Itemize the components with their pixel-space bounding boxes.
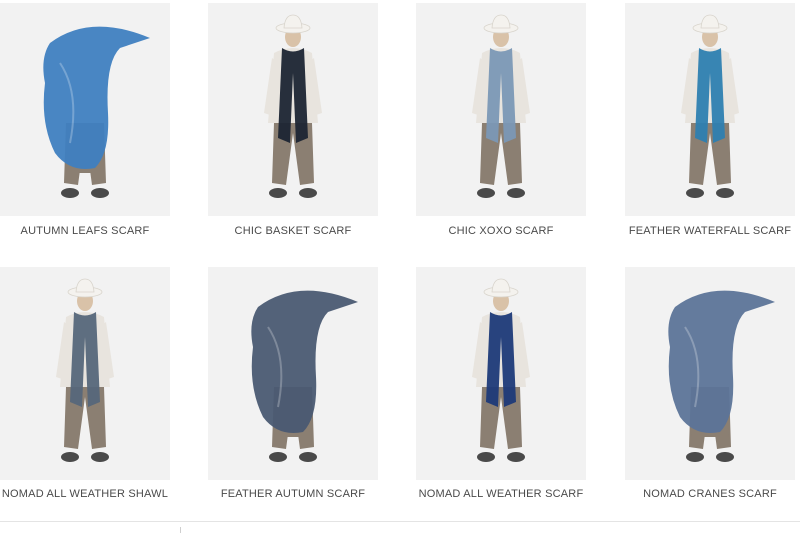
hat-crown bbox=[283, 14, 303, 29]
model-figure bbox=[472, 278, 530, 462]
product-photo[interactable] bbox=[625, 3, 795, 216]
shoe-right bbox=[299, 188, 317, 198]
product-card[interactable]: FEATHER AUTUMN SCARF bbox=[208, 267, 378, 500]
model-illustration bbox=[264, 14, 322, 198]
product-card[interactable]: AUTUMN LEAFS SCARF bbox=[0, 3, 170, 237]
product-card[interactable]: FEATHER WATERFALL SCARF bbox=[625, 3, 795, 237]
footer-marker bbox=[180, 527, 181, 533]
shoe-right bbox=[716, 188, 734, 198]
product-photo[interactable] bbox=[416, 3, 586, 216]
product-card[interactable]: NOMAD CRANES SCARF bbox=[625, 267, 795, 500]
product-name[interactable]: FEATHER AUTUMN SCARF bbox=[188, 488, 398, 500]
model-illustration bbox=[43, 26, 151, 198]
shoe-right bbox=[507, 188, 525, 198]
product-photo[interactable] bbox=[208, 3, 378, 216]
scarf bbox=[43, 26, 151, 169]
product-name[interactable]: CHIC BASKET SCARF bbox=[188, 225, 398, 237]
model-illustration bbox=[681, 14, 739, 198]
shoe-left bbox=[477, 452, 495, 462]
shoe-left bbox=[686, 452, 704, 462]
product-card[interactable]: NOMAD ALL WEATHER SHAWL bbox=[0, 267, 170, 500]
model-figure bbox=[43, 26, 151, 198]
model-illustration bbox=[251, 290, 358, 462]
shoe-left bbox=[477, 188, 495, 198]
scarf bbox=[668, 290, 775, 433]
product-photo[interactable] bbox=[625, 267, 795, 480]
shoe-right bbox=[507, 452, 525, 462]
footer-divider bbox=[0, 521, 800, 522]
shoe-right bbox=[716, 452, 734, 462]
model-figure bbox=[264, 14, 322, 198]
shoe-right bbox=[91, 188, 109, 198]
shoe-left bbox=[61, 188, 79, 198]
model-illustration bbox=[56, 278, 114, 462]
product-photo[interactable] bbox=[416, 267, 586, 480]
product-name[interactable]: NOMAD ALL WEATHER SHAWL bbox=[0, 488, 190, 500]
model-figure bbox=[56, 278, 114, 462]
model-figure bbox=[472, 14, 530, 198]
product-name[interactable]: CHIC XOXO SCARF bbox=[396, 225, 606, 237]
hat-crown bbox=[700, 14, 720, 29]
hat-crown bbox=[491, 278, 511, 293]
product-name[interactable]: NOMAD ALL WEATHER SCARF bbox=[396, 488, 606, 500]
product-name[interactable]: NOMAD CRANES SCARF bbox=[605, 488, 800, 500]
model-illustration bbox=[472, 14, 530, 198]
shoe-left bbox=[61, 452, 79, 462]
model-figure bbox=[668, 290, 775, 462]
product-card[interactable]: CHIC XOXO SCARF bbox=[416, 3, 586, 237]
product-card[interactable]: CHIC BASKET SCARF bbox=[208, 3, 378, 237]
shoe-left bbox=[269, 188, 287, 198]
product-photo[interactable] bbox=[0, 267, 170, 480]
product-photo[interactable] bbox=[0, 3, 170, 216]
scarf bbox=[251, 290, 358, 433]
product-name[interactable]: FEATHER WATERFALL SCARF bbox=[605, 225, 800, 237]
model-illustration bbox=[472, 278, 530, 462]
shoe-right bbox=[91, 452, 109, 462]
model-figure bbox=[251, 290, 358, 462]
product-name[interactable]: AUTUMN LEAFS SCARF bbox=[0, 225, 190, 237]
hat-crown bbox=[75, 278, 95, 293]
product-photo[interactable] bbox=[208, 267, 378, 480]
model-illustration bbox=[668, 290, 775, 462]
shoe-left bbox=[686, 188, 704, 198]
model-figure bbox=[681, 14, 739, 198]
shoe-right bbox=[299, 452, 317, 462]
product-card[interactable]: NOMAD ALL WEATHER SCARF bbox=[416, 267, 586, 500]
shoe-left bbox=[269, 452, 287, 462]
hat-crown bbox=[491, 14, 511, 29]
